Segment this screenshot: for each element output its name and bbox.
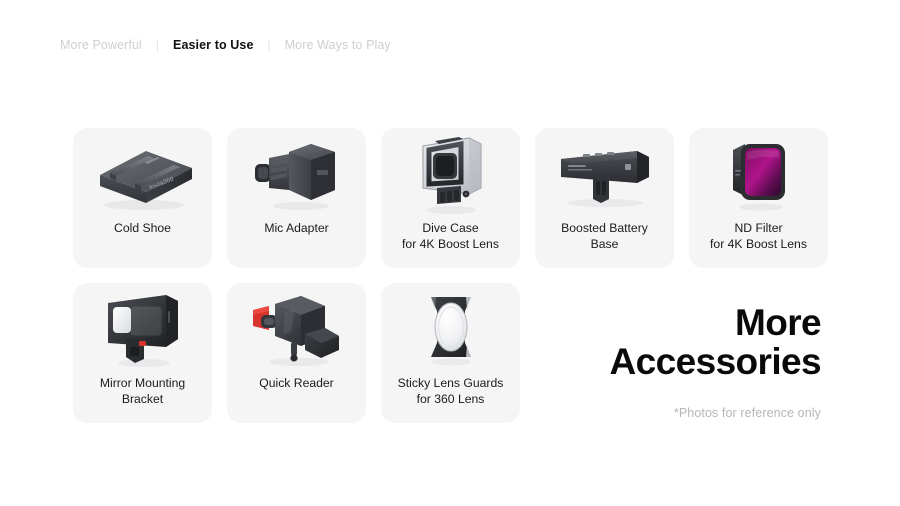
accessory-card-dive-case[interactable]: Dive Case for 4K Boost Lens <box>381 128 520 268</box>
page-title: More Accessories <box>609 302 822 382</box>
nd-filter-image <box>689 128 828 220</box>
accessory-card-quick-reader[interactable]: Quick Reader <box>227 283 366 423</box>
mic-adapter-image <box>227 128 366 220</box>
accessory-card-nd-filter[interactable]: ND Filter for 4K Boost Lens <box>689 128 828 268</box>
accessory-card-mic-adapter[interactable]: Mic Adapter <box>227 128 366 268</box>
accessory-label: Mirror Mounting Bracket <box>99 376 186 406</box>
nav-item-more-powerful[interactable]: More Powerful <box>58 38 144 52</box>
nav-item-more-ways-to-play[interactable]: More Ways to Play <box>283 38 393 52</box>
accessory-card-boosted-battery-base[interactable]: Boosted Battery Base <box>535 128 674 268</box>
accessory-label: ND Filter for 4K Boost Lens <box>710 221 807 251</box>
accessory-label: Cold Shoe <box>114 221 171 235</box>
nav-separator: | <box>155 38 160 52</box>
section-nav: More Powerful | Easier to Use | More Way… <box>58 38 393 52</box>
nav-item-easier-to-use[interactable]: Easier to Use <box>171 38 256 52</box>
accessory-card-mirror-mounting-bracket[interactable]: Mirror Mounting Bracket <box>73 283 212 423</box>
cold-shoe-image: Insta360 <box>73 128 212 220</box>
accessory-label: Boosted Battery Base <box>561 221 648 251</box>
mirror-mounting-bracket-image <box>73 283 212 375</box>
headline-block: More Accessories *Photos for reference o… <box>491 302 822 420</box>
boosted-battery-base-image <box>535 128 674 220</box>
accessory-label: Dive Case for 4K Boost Lens <box>402 221 499 251</box>
dive-case-image <box>381 128 520 220</box>
accessory-card-cold-shoe[interactable]: Insta360 Cold Shoe <box>73 128 212 268</box>
nav-separator: | <box>267 38 271 52</box>
accessory-label: Quick Reader <box>259 376 334 390</box>
accessory-label: Mic Adapter <box>264 221 329 235</box>
quick-reader-image <box>227 283 366 375</box>
reference-note: *Photos for reference only <box>673 406 821 420</box>
